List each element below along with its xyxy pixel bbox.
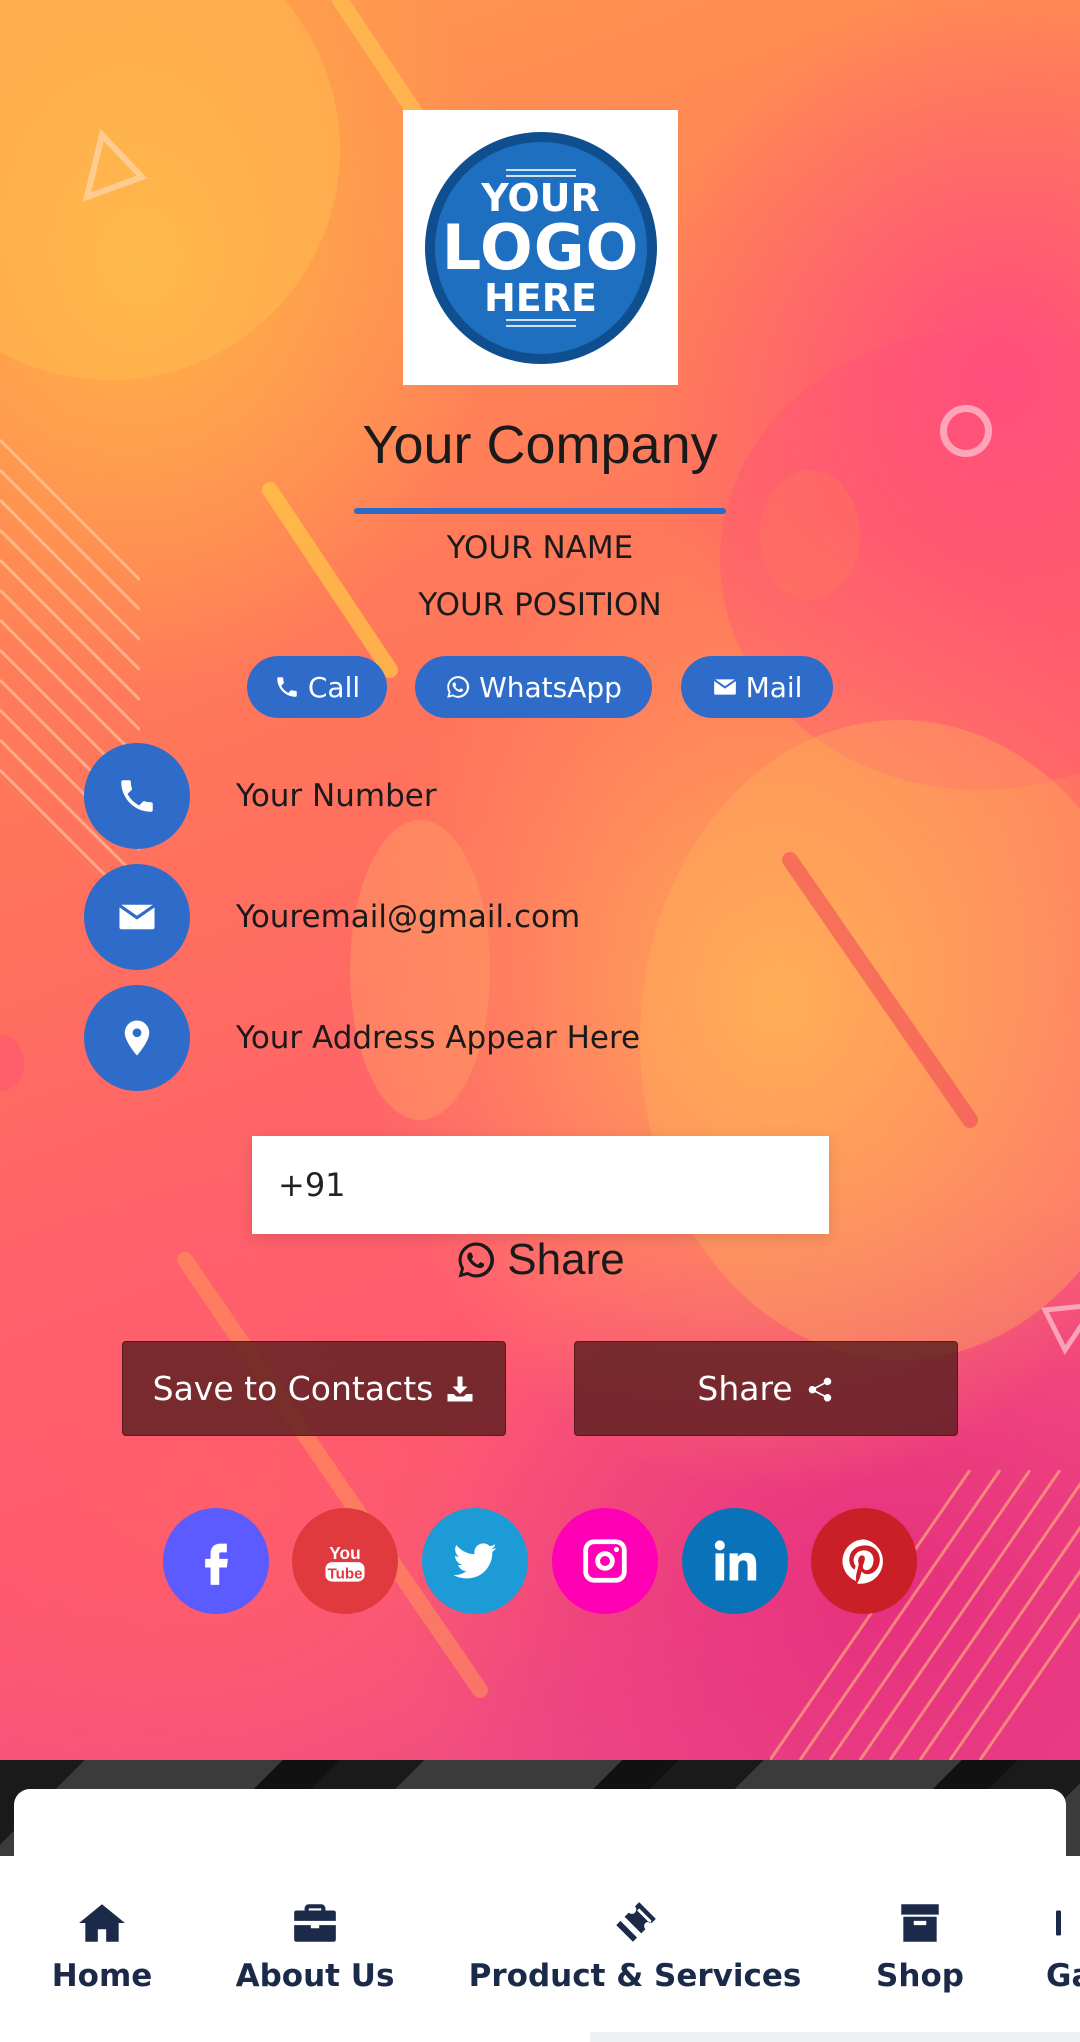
ticket-icon (616, 1902, 656, 1942)
contact-phone-text: Your Number (236, 778, 437, 814)
save-to-contacts-button[interactable]: Save to Contacts (122, 1341, 506, 1436)
person-name: YOUR NAME (446, 530, 634, 566)
facebook-button[interactable] (163, 1508, 269, 1614)
nav-shop-label: Shop (876, 1958, 964, 1994)
contact-address-row[interactable]: Your Address Appear Here (84, 985, 640, 1091)
gallery-icon (1056, 1910, 1061, 1936)
save-to-contacts-label: Save to Contacts (152, 1369, 434, 1408)
whatsapp-icon (458, 1242, 495, 1278)
linkedin-icon (714, 1540, 757, 1581)
contact-phone-row[interactable]: Your Number (84, 743, 437, 849)
bottom-edge (590, 2032, 1080, 2042)
home-icon (79, 1904, 125, 1942)
contact-email-row[interactable]: Youremail@gmail.com (84, 864, 580, 970)
nav-gallery-label: Ga (1046, 1958, 1080, 1994)
whatsapp-label: WhatsApp (479, 670, 622, 704)
instagram-button[interactable] (552, 1508, 658, 1614)
youtube-icon: You Tube (325, 1543, 365, 1582)
phone-icon (277, 677, 297, 697)
box-icon (901, 1904, 939, 1942)
company-name: Your Company (362, 415, 718, 475)
nav-about-label: About Us (235, 1958, 395, 1994)
call-label: Call (307, 670, 361, 704)
phone-circle-icon (84, 743, 190, 849)
share-label: Share (697, 1369, 793, 1408)
facebook-icon (205, 1543, 228, 1585)
logo-text-line3: HERE (484, 275, 597, 320)
nav-home-label: Home (51, 1958, 153, 1994)
twitter-button[interactable] (422, 1508, 528, 1614)
whatsapp-share-button[interactable]: Share (0, 1235, 1080, 1285)
nav-about[interactable]: About Us (236, 1898, 394, 1994)
logo-text-line2: LOGO (441, 210, 640, 284)
nav-products[interactable]: Product & Services (469, 1898, 801, 1994)
contact-email-text: Youremail@gmail.com (236, 899, 581, 935)
person-position: YOUR POSITION (418, 587, 662, 623)
call-button[interactable]: Call (247, 656, 387, 718)
location-pin-icon (84, 985, 190, 1091)
nav-products-label: Product & Services (468, 1958, 802, 1994)
whatsapp-share-label: Share (507, 1235, 625, 1284)
pinterest-button[interactable] (811, 1508, 917, 1614)
youtube-button[interactable]: You Tube (292, 1508, 398, 1614)
envelope-icon (713, 679, 736, 695)
nav-gallery[interactable]: Ga (1046, 1898, 1080, 1994)
hero-background: YOUR LOGO HERE Your Company YOUR NAME YO… (0, 0, 1080, 1760)
svg-text:You: You (329, 1543, 360, 1563)
share-icon (808, 1377, 831, 1401)
whatsapp-number-input[interactable] (252, 1136, 829, 1234)
whatsapp-icon (447, 676, 470, 698)
company-logo: YOUR LOGO HERE (403, 110, 678, 385)
instagram-icon (583, 1539, 627, 1583)
linkedin-button[interactable] (682, 1508, 788, 1614)
pinterest-icon (842, 1539, 883, 1584)
briefcase-icon (294, 1904, 336, 1942)
svg-text:Tube: Tube (327, 1565, 362, 1582)
whatsapp-button[interactable]: WhatsApp (415, 656, 652, 718)
contact-address-text: Your Address Appear Here (236, 1020, 641, 1056)
twitter-icon (453, 1543, 497, 1579)
mail-button[interactable]: Mail (681, 656, 833, 718)
nav-home[interactable]: Home (50, 1898, 154, 1994)
download-icon (447, 1376, 473, 1401)
mail-label: Mail (745, 670, 803, 704)
logo-badge: YOUR LOGO HERE (424, 131, 657, 364)
nav-shop[interactable]: Shop (876, 1898, 964, 1994)
share-button[interactable]: Share (574, 1341, 958, 1436)
title-underline (354, 508, 726, 514)
envelope-circle-icon (84, 864, 190, 970)
